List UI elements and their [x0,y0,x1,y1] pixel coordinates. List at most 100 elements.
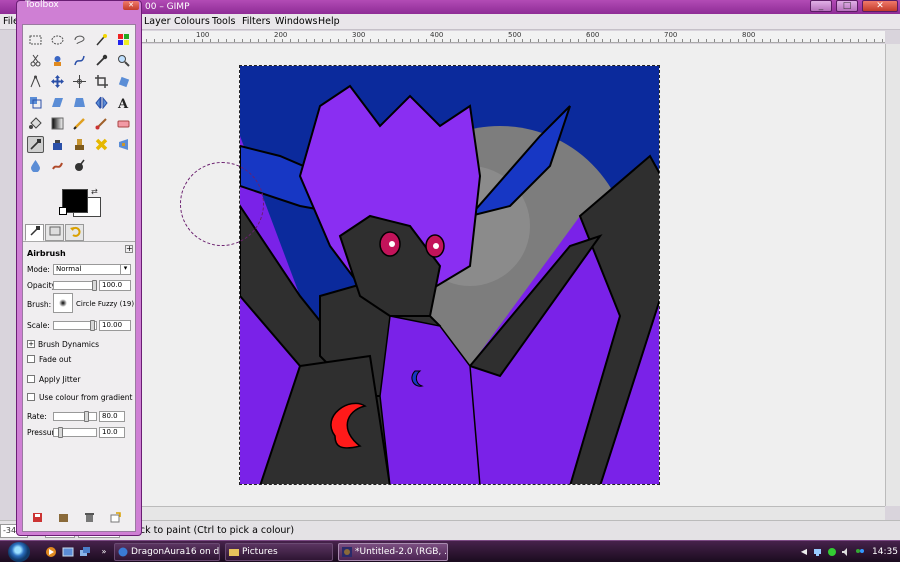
color-picker-icon[interactable] [93,52,110,69]
ruler-label: 700 [664,31,678,39]
quick-launch-expand-icon[interactable]: » [98,546,110,558]
swap-colors-icon[interactable]: ⇄ [91,187,98,196]
flip-icon[interactable] [93,94,110,111]
device-status-tab-icon[interactable] [45,224,64,241]
menu-colours[interactable]: Colours [174,14,210,30]
zoom-icon[interactable] [115,52,132,69]
measure-icon[interactable] [27,73,44,90]
pressure-slider-knob[interactable] [58,427,63,438]
scissors-icon[interactable] [27,52,44,69]
menu-tools[interactable]: Tools [212,14,235,30]
rate-slider-knob[interactable] [84,411,89,422]
brush-dynamics-expander[interactable]: + [27,340,35,348]
delete-options-icon[interactable] [83,512,95,523]
perspective-clone-icon[interactable] [115,136,132,153]
fade-out-checkbox[interactable] [27,355,35,363]
undo-history-tab-icon[interactable] [65,224,84,241]
shear-icon[interactable] [49,94,66,111]
minimize-button[interactable]: _ [810,0,832,12]
taskbar-clock[interactable]: 14:35 [872,541,898,562]
blur-icon[interactable] [27,157,44,174]
foreground-select-icon[interactable] [49,52,66,69]
media-player-icon[interactable] [45,546,57,558]
task-button-dragonaura[interactable]: DragonAura16 on d... [114,543,220,561]
ink-icon[interactable] [49,136,66,153]
save-options-icon[interactable] [31,512,43,523]
security-icon[interactable] [827,547,837,557]
rect-select-icon[interactable] [27,31,44,48]
eraser-icon[interactable] [115,115,132,132]
airbrush-icon[interactable] [27,136,44,153]
blend-icon[interactable] [49,115,66,132]
align-icon[interactable] [71,73,88,90]
restore-options-icon[interactable] [57,512,69,523]
chevron-down-icon: ▾ [120,264,130,275]
brush-name: Circle Fuzzy (19) [76,300,135,308]
menu-help[interactable]: Help [318,14,340,30]
pressure-input[interactable]: 10.0 [99,427,125,438]
use-gradient-checkbox[interactable] [27,393,35,401]
scale-slider-knob[interactable] [90,320,95,331]
horizontal-ruler[interactable]: 100 200 300 400 500 600 700 800 [130,31,885,43]
perspective-icon[interactable] [71,94,88,111]
rotate-icon[interactable] [115,73,132,90]
restore-options-icon[interactable]: + [125,245,133,253]
menu-filters[interactable]: Filters [242,14,270,30]
paintbrush-icon[interactable] [93,115,110,132]
select-by-color-icon[interactable] [115,31,132,48]
gimp-icon [342,547,352,557]
rate-input[interactable]: 80.0 [99,411,125,422]
apply-jitter-label: Apply Jitter [39,375,81,384]
mode-select[interactable]: Normal ▾ [53,264,131,275]
brush-preview[interactable] [53,293,73,313]
apply-jitter-checkbox[interactable] [27,375,35,383]
switch-windows-icon[interactable] [79,546,91,558]
show-desktop-icon[interactable] [62,546,74,558]
opacity-input[interactable]: 100.0 [99,280,131,291]
fuzzy-select-icon[interactable] [93,31,110,48]
start-button[interactable] [8,542,30,562]
heal-icon[interactable] [93,136,110,153]
close-button[interactable]: ✕ [862,0,898,12]
horizontal-scrollbar[interactable] [130,506,885,520]
task-button-gimp-untitled[interactable]: *Untitled-2.0 (RGB, ... [338,543,448,561]
network-icon[interactable] [813,547,823,557]
ellipse-select-icon[interactable] [49,31,66,48]
paths-icon[interactable] [71,52,88,69]
ruler-label: 400 [430,31,444,39]
scale-icon[interactable] [27,94,44,111]
clone-icon[interactable] [71,136,88,153]
toolbox-panel: A ⇄ Airbrush + Mode: Normal ▾ Opacity: 1… [22,24,136,532]
volume-icon[interactable] [841,547,851,557]
vertical-scrollbar[interactable] [885,44,900,506]
opacity-slider[interactable] [53,280,97,291]
reset-colors-icon[interactable] [59,207,67,215]
menu-layer[interactable]: Layer [144,14,171,30]
menu-windows[interactable]: Windows [275,14,317,30]
dodge-burn-icon[interactable] [71,157,88,174]
messenger-icon[interactable] [855,547,865,557]
ruler-label: 600 [586,31,600,39]
tool-options-tab-icon[interactable] [25,224,44,241]
scale-slider[interactable] [53,320,97,331]
scale-input[interactable]: 10.00 [99,320,131,331]
svg-text:A: A [117,97,129,109]
text-icon[interactable]: A [115,94,132,111]
toolbox-close-button[interactable]: ✕ [123,1,139,10]
pressure-slider[interactable] [53,427,97,438]
dragon-artwork [240,66,659,484]
opacity-slider-knob[interactable] [92,280,97,291]
brush-outline-cursor [180,162,264,246]
lasso-icon[interactable] [71,31,88,48]
maximize-button[interactable]: □ [836,0,858,12]
rate-slider[interactable] [53,411,97,422]
bucket-fill-icon[interactable] [27,115,44,132]
move-icon[interactable] [49,73,66,90]
pencil-icon[interactable] [71,115,88,132]
task-button-pictures[interactable]: Pictures [225,543,333,561]
smudge-icon[interactable] [49,157,66,174]
tray-expand-icon[interactable]: ◀ [799,547,809,557]
crop-icon[interactable] [93,73,110,90]
reset-options-icon[interactable] [109,512,121,523]
image-canvas[interactable] [239,65,660,485]
